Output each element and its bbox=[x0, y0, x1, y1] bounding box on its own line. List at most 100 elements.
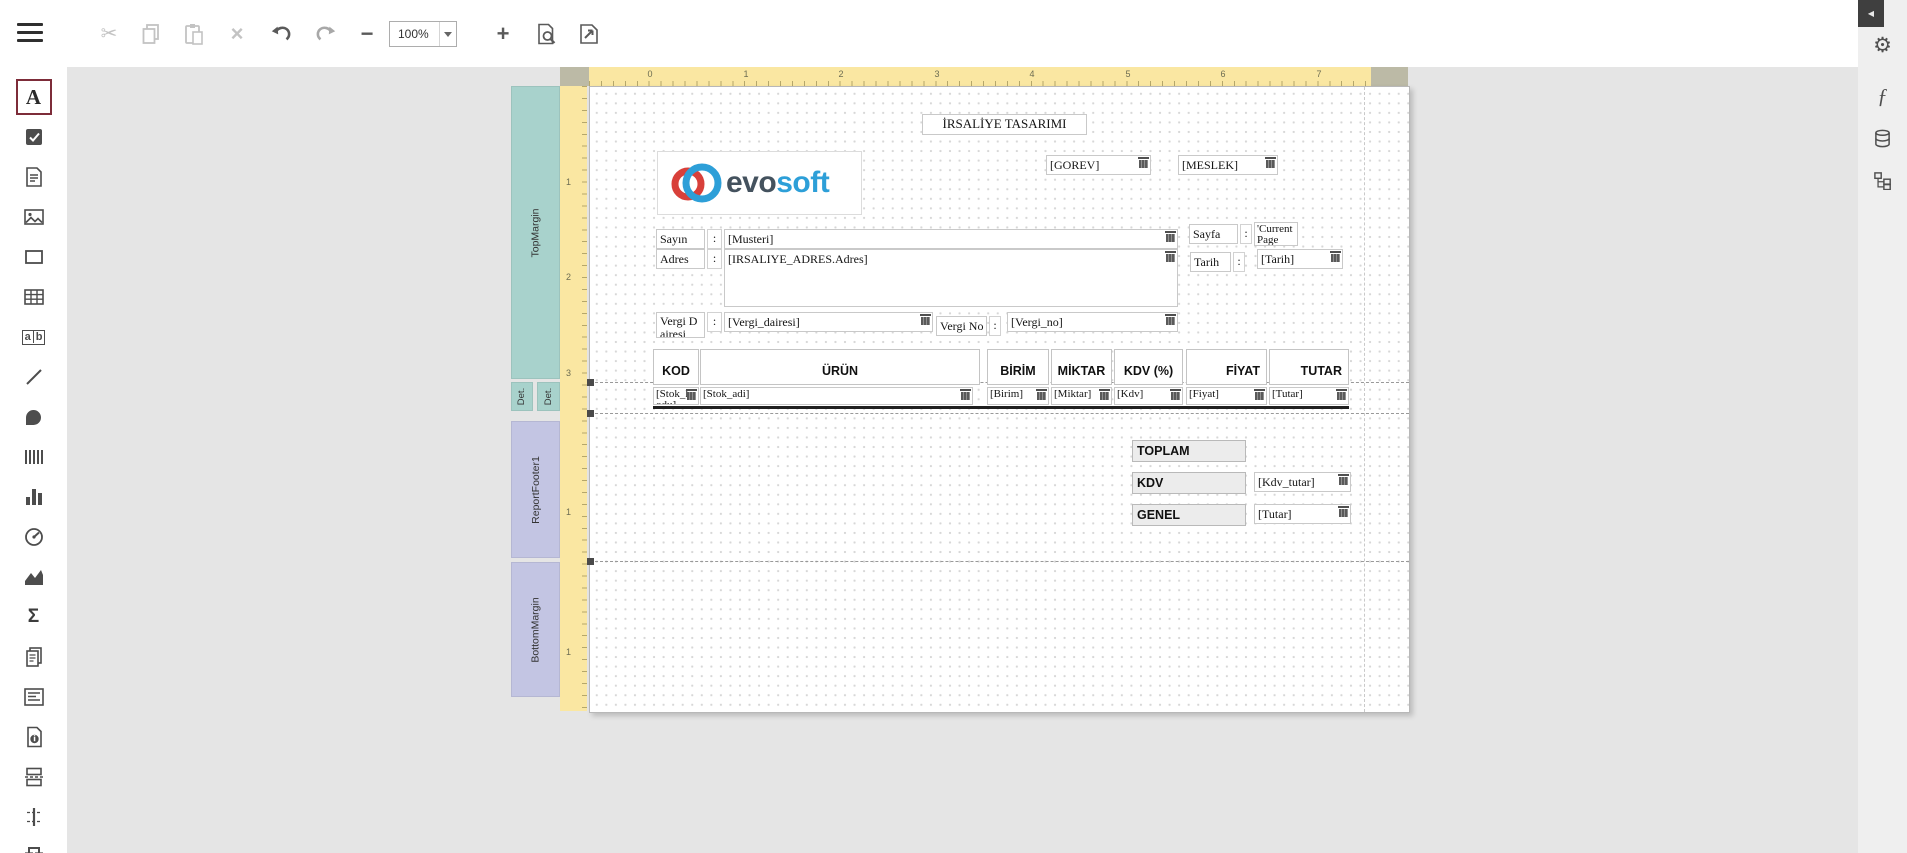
colon-label[interactable]: : bbox=[707, 312, 722, 332]
band-tab-detail-inner[interactable]: Det. bbox=[537, 382, 560, 411]
adres-label[interactable]: Adres bbox=[656, 249, 705, 269]
h-ruler-number: 3 bbox=[934, 69, 939, 79]
field-list-tab[interactable] bbox=[1858, 129, 1907, 148]
checkbox-tool[interactable] bbox=[0, 117, 67, 157]
colon-label[interactable]: : bbox=[707, 249, 722, 269]
tree-icon bbox=[1874, 172, 1892, 190]
meslek-field[interactable]: [MESLEK] bbox=[1178, 155, 1278, 175]
crossband-line-tool[interactable] bbox=[0, 797, 67, 837]
field-binding-icon bbox=[1166, 314, 1175, 325]
vergi-dairesi-label[interactable]: Vergi Dairesi bbox=[656, 312, 705, 338]
column-header-kod[interactable]: KOD bbox=[653, 349, 699, 385]
chart-tool[interactable] bbox=[0, 477, 67, 517]
sayfa-label[interactable]: Sayfa bbox=[1189, 224, 1238, 244]
cut-button[interactable]: ✂ bbox=[96, 21, 122, 47]
vergi-no-field[interactable]: [Vergi_no] bbox=[1007, 312, 1178, 332]
report-page[interactable]: İRSALİYE TASARIMI evosoft [GOREV] [MESLE… bbox=[589, 86, 1410, 713]
musteri-field[interactable]: [Musteri] bbox=[724, 229, 1178, 249]
charactercomb-tool[interactable]: ab bbox=[0, 317, 67, 357]
design-surface[interactable]: 0 1 2 3 4 5 6 7 1 2 3 1 1 TopMargin Det. bbox=[67, 67, 1858, 853]
panel-collapse-button[interactable]: ◀ bbox=[1858, 0, 1884, 27]
redo-button[interactable] bbox=[312, 21, 338, 47]
detail-miktar-field[interactable]: [Miktar] bbox=[1051, 387, 1112, 405]
zoom-in-button[interactable]: + bbox=[490, 21, 516, 47]
band-resize-handle[interactable] bbox=[587, 558, 594, 565]
pivotgrid-tool[interactable]: Σ bbox=[0, 597, 67, 637]
genel-label[interactable]: GENEL bbox=[1132, 504, 1246, 526]
shape-tool[interactable] bbox=[0, 397, 67, 437]
current-page-expression[interactable]: 'CurrentPage bbox=[1254, 222, 1298, 246]
undo-button[interactable] bbox=[269, 21, 295, 47]
column-header-kdv[interactable]: KDV (%) bbox=[1114, 349, 1183, 385]
logo-picturebox[interactable]: evosoft bbox=[657, 151, 862, 215]
column-header-fiyat[interactable]: FİYAT bbox=[1186, 349, 1267, 385]
preview-button[interactable] bbox=[533, 21, 559, 47]
column-header-birim[interactable]: BİRİM bbox=[987, 349, 1049, 385]
colon-label[interactable]: : bbox=[1233, 252, 1245, 272]
menu-button[interactable] bbox=[17, 18, 47, 48]
field-binding-icon bbox=[1339, 506, 1348, 517]
report-explorer-tab[interactable] bbox=[1858, 172, 1907, 190]
vergi-no-label[interactable]: Vergi No bbox=[936, 316, 987, 336]
detail-stok-adi-field[interactable]: [Stok_adi] bbox=[700, 387, 973, 405]
crossband-box-tool[interactable] bbox=[0, 837, 67, 853]
gorev-field[interactable]: [GOREV] bbox=[1046, 155, 1151, 175]
vergi-dairesi-field[interactable]: [Vergi_dairesi] bbox=[724, 312, 933, 332]
gear-icon: ⚙ bbox=[1873, 34, 1892, 57]
copy-button[interactable] bbox=[138, 21, 164, 47]
toc-tool[interactable] bbox=[0, 677, 67, 717]
colon-label[interactable]: : bbox=[989, 316, 1001, 336]
paste-icon bbox=[182, 22, 206, 46]
genel-tutar-field[interactable]: [Tutar] bbox=[1254, 504, 1351, 524]
pageinfo-icon bbox=[23, 726, 45, 748]
zoom-select[interactable]: 100% bbox=[389, 21, 457, 47]
properties-tab[interactable]: ⚙ bbox=[1858, 33, 1907, 58]
separator-line-element[interactable] bbox=[653, 406, 1349, 409]
detail-kdv-field[interactable]: [Kdv] bbox=[1114, 387, 1183, 405]
tarih-field[interactable]: [Tarih] bbox=[1257, 249, 1343, 269]
fullscreen-button[interactable] bbox=[576, 21, 602, 47]
label-tool[interactable]: A bbox=[0, 77, 67, 117]
label-tool-icon: A bbox=[26, 85, 41, 110]
richtext-tool[interactable] bbox=[0, 157, 67, 197]
expressions-tab[interactable]: ƒ bbox=[1858, 84, 1907, 109]
paste-button[interactable] bbox=[181, 21, 207, 47]
table-tool[interactable] bbox=[0, 277, 67, 317]
band-tab-topmargin[interactable]: TopMargin bbox=[511, 86, 560, 379]
line-tool[interactable] bbox=[0, 357, 67, 397]
colon-label[interactable]: : bbox=[707, 229, 722, 249]
band-tab-bottommargin[interactable]: BottomMargin bbox=[511, 562, 560, 697]
kdv-tutar-field[interactable]: [Kdv_tutar] bbox=[1254, 472, 1351, 492]
band-tab-detail-outer[interactable]: Det. bbox=[511, 382, 533, 411]
band-resize-handle[interactable] bbox=[587, 410, 594, 417]
toplam-label[interactable]: TOPLAM bbox=[1132, 440, 1246, 462]
logo-text-evo: evo bbox=[726, 166, 776, 200]
band-resize-handle[interactable] bbox=[587, 379, 594, 386]
delete-button[interactable]: × bbox=[224, 21, 250, 47]
report-title-label[interactable]: İRSALİYE TASARIMI bbox=[922, 114, 1087, 135]
kdv-total-label[interactable]: KDV bbox=[1132, 472, 1246, 494]
adres-field[interactable]: [IRSALIYE_ADRES.Adres] bbox=[724, 249, 1178, 307]
detail-stok-kodu-field[interactable]: [Stok_kodu] bbox=[653, 387, 699, 405]
column-header-tutar[interactable]: TUTAR bbox=[1269, 349, 1349, 385]
detail-tutar-field[interactable]: [Tutar] bbox=[1269, 387, 1349, 405]
tarih-label[interactable]: Tarih bbox=[1190, 252, 1231, 272]
logo-text-soft: soft bbox=[776, 166, 829, 200]
panel-tool[interactable] bbox=[0, 237, 67, 277]
sayin-label[interactable]: Sayın bbox=[656, 229, 705, 249]
column-header-urun[interactable]: ÜRÜN bbox=[700, 349, 980, 385]
column-header-miktar[interactable]: MİKTAR bbox=[1051, 349, 1112, 385]
barcode-tool[interactable] bbox=[0, 437, 67, 477]
gauge-tool[interactable] bbox=[0, 517, 67, 557]
subreport-tool[interactable] bbox=[0, 637, 67, 677]
pagebreak-tool[interactable] bbox=[0, 757, 67, 797]
zoom-out-button[interactable]: − bbox=[354, 21, 380, 47]
detail-fiyat-field[interactable]: [Fiyat] bbox=[1186, 387, 1267, 405]
picturebox-tool[interactable] bbox=[0, 197, 67, 237]
colon-label[interactable]: : bbox=[1240, 224, 1252, 244]
band-tab-reportfooter[interactable]: ReportFooter1 bbox=[511, 421, 560, 558]
sparkline-tool[interactable] bbox=[0, 557, 67, 597]
v-ruler-number: 1 bbox=[566, 647, 571, 657]
pageinfo-tool[interactable] bbox=[0, 717, 67, 757]
detail-birim-field[interactable]: [Birim] bbox=[987, 387, 1049, 405]
